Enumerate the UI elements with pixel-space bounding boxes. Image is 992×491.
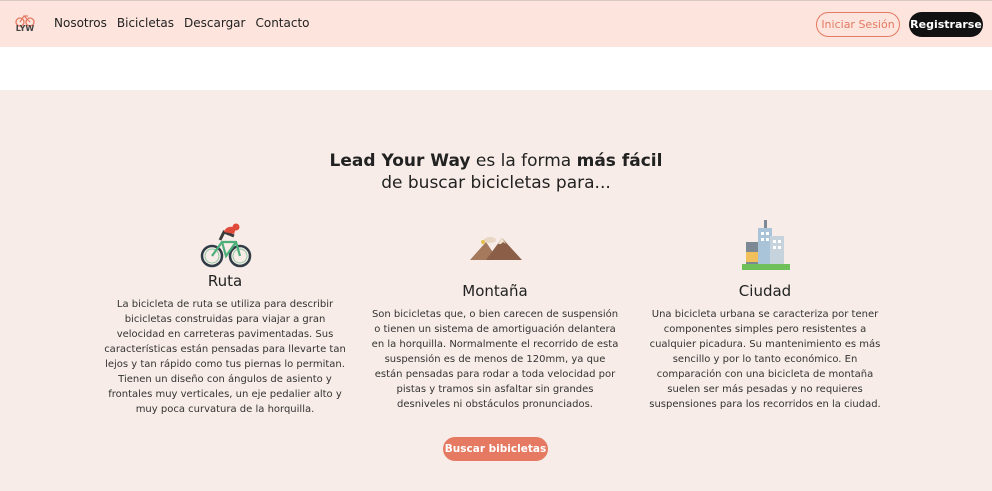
feature-title: Ruta — [207, 272, 243, 290]
headline-emphasis: más fácil — [576, 151, 663, 171]
logo-text: LYW — [15, 24, 35, 33]
register-button[interactable]: Registrarse — [909, 12, 983, 37]
feature-ciudad: Ciudad Una bicicleta urbana se caracteri… — [640, 282, 890, 412]
login-button[interactable]: Iniciar Sesión — [816, 12, 900, 37]
feature-ruta: Ruta La bicicleta de ruta se utiliza par… — [100, 272, 350, 417]
nav-link-nosotros[interactable]: Nosotros — [54, 16, 107, 30]
city-icon — [742, 220, 790, 270]
road-bike-icon — [200, 223, 252, 268]
nav-link-contacto[interactable]: Contacto — [255, 16, 309, 30]
feature-montana: Montaña Son bicicletas que, o bien carec… — [370, 282, 620, 412]
feature-title: Ciudad — [738, 282, 792, 300]
feature-description: Una bicicleta urbana se caracteriza por … — [649, 309, 881, 410]
search-bikes-button[interactable]: Buscar bibicletas — [443, 437, 548, 461]
feature-title: Montaña — [462, 282, 528, 300]
headline-brand: Lead Your Way — [329, 151, 471, 171]
spacer-band — [0, 47, 992, 90]
main-nav: Nosotros Bicicletas Descargar Contacto — [54, 16, 310, 30]
mountain-icon — [470, 237, 522, 260]
feature-description: Son bicicletas que, o bien carecen de su… — [371, 309, 619, 410]
page-headline: Lead Your Way es la forma más fácil de b… — [0, 150, 992, 194]
headline-mid: es la forma — [470, 151, 577, 171]
nav-link-bicicletas[interactable]: Bicicletas — [117, 16, 174, 30]
logo[interactable]: LYW — [12, 12, 38, 36]
feature-description: La bicicleta de ruta se utiliza para des… — [104, 299, 346, 415]
top-navbar: LYW Nosotros Bicicletas Descargar Contac… — [0, 0, 992, 47]
nav-link-descargar[interactable]: Descargar — [184, 16, 245, 30]
headline-line2: de buscar bicicletas para... — [381, 173, 611, 193]
